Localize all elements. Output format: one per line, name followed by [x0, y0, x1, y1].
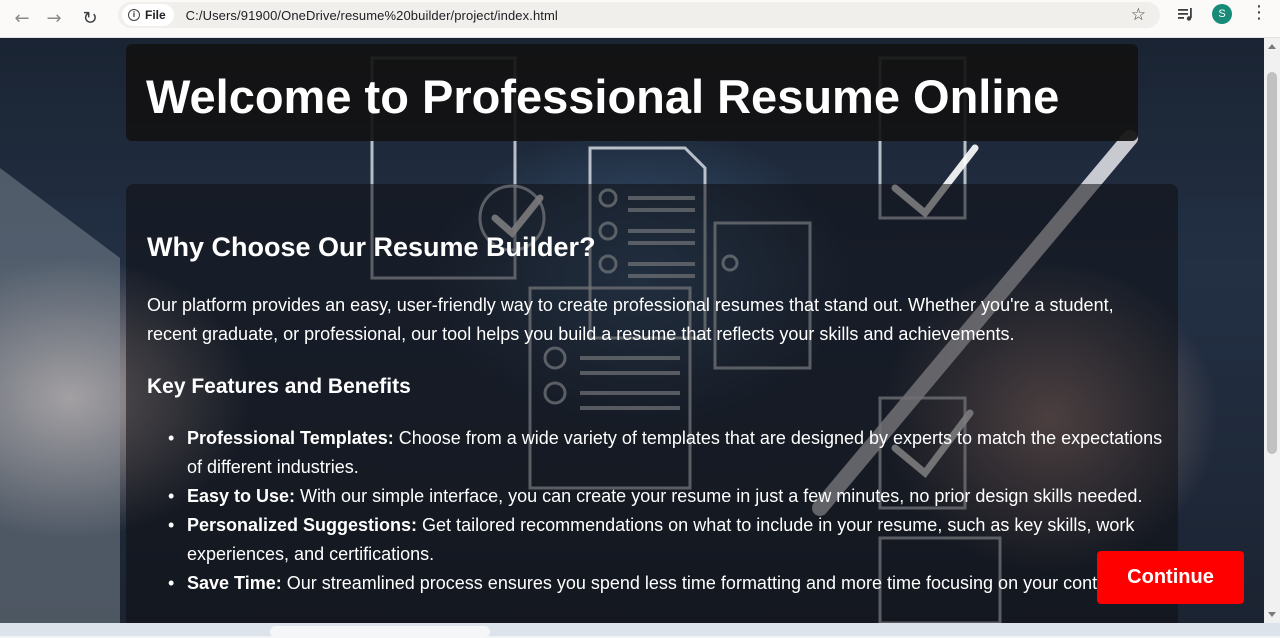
features-heading: Key Features and Benefits — [147, 375, 411, 398]
reload-button[interactable]: ↻ — [74, 5, 106, 33]
hero-banner: Welcome to Professional Resume Online — [126, 44, 1138, 141]
profile-avatar[interactable]: S — [1212, 4, 1232, 24]
arrow-right-icon: → — [46, 8, 62, 29]
arrow-left-icon: ← — [14, 8, 30, 29]
forward-button[interactable]: → — [38, 5, 70, 33]
features-list: Professional Templates: Choose from a wi… — [168, 424, 1168, 598]
scroll-up-arrow-icon[interactable] — [1268, 44, 1276, 49]
site-info-chip[interactable]: i File — [122, 4, 174, 26]
more-menu-icon[interactable]: ⋮ — [1250, 2, 1268, 23]
info-panel: Why Choose Our Resume Builder? Our platf… — [126, 184, 1178, 623]
taskbar-search[interactable] — [270, 626, 490, 638]
feature-term: Save Time: — [187, 573, 282, 593]
info-icon: i — [128, 9, 140, 21]
vertical-scrollbar[interactable] — [1264, 38, 1280, 623]
feature-text: With our simple interface, you can creat… — [295, 486, 1143, 506]
browser-toolbar: ← → ↻ i File C:/Users/91900/OneDrive/res… — [0, 0, 1280, 38]
feature-term: Easy to Use: — [187, 486, 296, 506]
bookmark-star-icon[interactable]: ☆ — [1131, 5, 1146, 25]
feature-item-save-time: Save Time: Our streamlined process ensur… — [168, 569, 1168, 598]
feature-text: Our streamlined process ensures you spen… — [281, 573, 1128, 593]
reload-icon: ↻ — [82, 8, 98, 29]
media-controls-icon[interactable] — [1177, 6, 1195, 22]
os-taskbar — [0, 623, 1280, 638]
intro-paragraph: Our platform provides an easy, user-frie… — [147, 295, 1114, 344]
site-chip-label: File — [145, 8, 166, 22]
page-viewport: Welcome to Professional Resume Online Wh… — [0, 38, 1264, 623]
hero-title: Welcome to Professional Resume Online — [146, 70, 1060, 123]
feature-item-personalized-suggestions: Personalized Suggestions: Get tailored r… — [168, 511, 1168, 569]
back-button[interactable]: ← — [6, 5, 38, 33]
scroll-down-arrow-icon[interactable] — [1268, 612, 1276, 617]
feature-item-professional-templates: Professional Templates: Choose from a wi… — [168, 424, 1168, 482]
feature-term: Professional Templates: — [187, 428, 394, 448]
scrollbar-thumb[interactable] — [1267, 72, 1277, 454]
feature-item-easy-to-use: Easy to Use: With our simple interface, … — [168, 482, 1168, 511]
address-bar[interactable]: i File C:/Users/91900/OneDrive/resume%20… — [118, 2, 1160, 28]
url-text[interactable]: C:/Users/91900/OneDrive/resume%20builder… — [186, 8, 558, 23]
continue-button[interactable]: Continue — [1097, 551, 1244, 604]
feature-term: Personalized Suggestions: — [187, 515, 418, 535]
section-heading: Why Choose Our Resume Builder? — [147, 232, 596, 262]
